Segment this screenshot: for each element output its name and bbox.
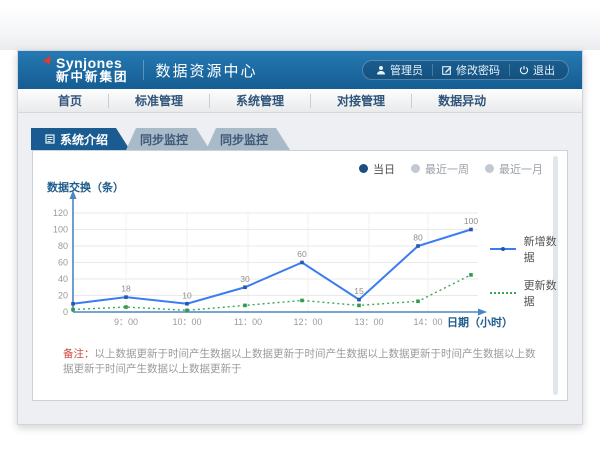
page-title: 数据资源中心: [156, 60, 258, 81]
footnote: 备注：以上数据更新于时间产生数据以上数据更新于时间产生数据以上数据更新于时间产生…: [63, 347, 539, 376]
chart-legend: 新增数据 更新数据: [490, 233, 567, 309]
page-background-shade: [0, 0, 600, 50]
range-option-last-month[interactable]: 最近一月: [485, 160, 543, 177]
nav-item-data-changes[interactable]: 数据异动: [412, 94, 512, 108]
user-icon: [376, 65, 386, 75]
svg-text:60: 60: [297, 249, 307, 259]
line-chart: 0 20 40 60 80 100 120 9：00 10：00 11：00 12：00 13：00 1…: [45, 177, 567, 337]
legend-label: 新增数据: [524, 233, 567, 265]
legend-line-dotted-icon: [490, 292, 516, 294]
logo-main-text: Synjones: [56, 56, 129, 71]
svg-text:80: 80: [413, 233, 423, 243]
footnote-prefix: 备注：: [63, 348, 95, 360]
range-option-today[interactable]: 当日: [359, 160, 395, 177]
change-password-button[interactable]: 修改密码: [433, 62, 509, 78]
document-icon: [45, 134, 55, 144]
svg-text:10：00: 10：00: [172, 317, 201, 327]
logout-label: 退出: [533, 62, 555, 78]
svg-text:数据交换（条）: 数据交换（条）: [47, 180, 124, 194]
edit-icon: [442, 65, 452, 75]
range-option-label: 当日: [373, 161, 395, 177]
radio-dot-icon: [359, 164, 368, 173]
logout-button[interactable]: 退出: [510, 62, 564, 78]
svg-text:100: 100: [464, 216, 478, 226]
svg-text:15: 15: [354, 286, 364, 296]
brand-logo: Synjones 新中新集团: [42, 56, 129, 84]
radio-dot-icon: [485, 164, 494, 173]
tab-system-intro[interactable]: 系统介绍: [31, 128, 130, 150]
content-panel: 当日 最近一周 最近一月 0 20 40 60 80 100 120 9：00 10：00 11：…: [32, 150, 568, 401]
svg-text:10: 10: [182, 290, 192, 300]
svg-text:120: 120: [53, 208, 68, 218]
svg-text:60: 60: [58, 258, 68, 268]
logo-sub-text: 新中新集团: [56, 71, 129, 84]
svg-text:11：00: 11：00: [234, 317, 262, 327]
current-user-label: 管理员: [390, 62, 423, 78]
legend-line-solid-icon: [490, 248, 516, 250]
svg-text:40: 40: [58, 274, 68, 284]
logo-spark-icon: [43, 54, 54, 65]
footnote-text: 以上数据更新于时间产生数据以上数据更新于时间产生数据以上数据更新于时间产生数据以…: [63, 348, 536, 375]
svg-text:9：00: 9：00: [114, 317, 138, 327]
svg-text:日期（小时）: 日期（小时）: [447, 315, 513, 329]
app-header: Synjones 新中新集团 数据资源中心 管理员 修改密码: [18, 51, 582, 89]
svg-text:100: 100: [53, 225, 68, 235]
tab-sync-monitor-2[interactable]: 同步监控: [206, 128, 290, 150]
user-toolbar: 管理员 修改密码 退出: [362, 60, 569, 80]
legend-label: 更新数据: [524, 277, 567, 309]
tab-bar: 系统介绍 同步监控 同步监控: [31, 128, 582, 150]
range-option-label: 最近一周: [425, 161, 469, 177]
tab-label: 系统介绍: [60, 131, 108, 148]
main-nav: 首页 标准管理 系统管理 对接管理 数据异动: [18, 89, 582, 113]
svg-text:20: 20: [58, 291, 68, 301]
tab-sync-monitor-1[interactable]: 同步监控: [126, 128, 210, 150]
legend-item-update-data: 更新数据: [490, 277, 567, 309]
power-icon: [519, 65, 529, 75]
range-option-last-week[interactable]: 最近一周: [411, 160, 469, 177]
nav-item-standard-management[interactable]: 标准管理: [109, 94, 210, 108]
svg-text:80: 80: [58, 241, 68, 251]
header-divider: [143, 60, 144, 80]
current-user-button[interactable]: 管理员: [367, 62, 432, 78]
tab-label: 同步监控: [220, 131, 268, 148]
app-window: Synjones 新中新集团 数据资源中心 管理员 修改密码: [17, 50, 583, 425]
svg-text:14：00: 14：00: [413, 317, 442, 327]
nav-item-system-management[interactable]: 系统管理: [210, 94, 311, 108]
svg-text:13：00: 13：00: [354, 317, 383, 327]
range-option-label: 最近一月: [499, 161, 543, 177]
nav-item-interface-management[interactable]: 对接管理: [311, 94, 412, 108]
svg-text:12：00: 12：00: [293, 317, 322, 327]
legend-item-new-data: 新增数据: [490, 233, 567, 265]
nav-item-home[interactable]: 首页: [32, 94, 109, 108]
svg-text:18: 18: [121, 284, 131, 294]
svg-text:0: 0: [63, 307, 68, 317]
svg-text:30: 30: [240, 274, 250, 284]
change-password-label: 修改密码: [456, 62, 500, 78]
tab-label: 同步监控: [140, 131, 188, 148]
radio-dot-icon: [411, 164, 420, 173]
time-range-selector: 当日 最近一周 最近一月: [33, 151, 567, 177]
